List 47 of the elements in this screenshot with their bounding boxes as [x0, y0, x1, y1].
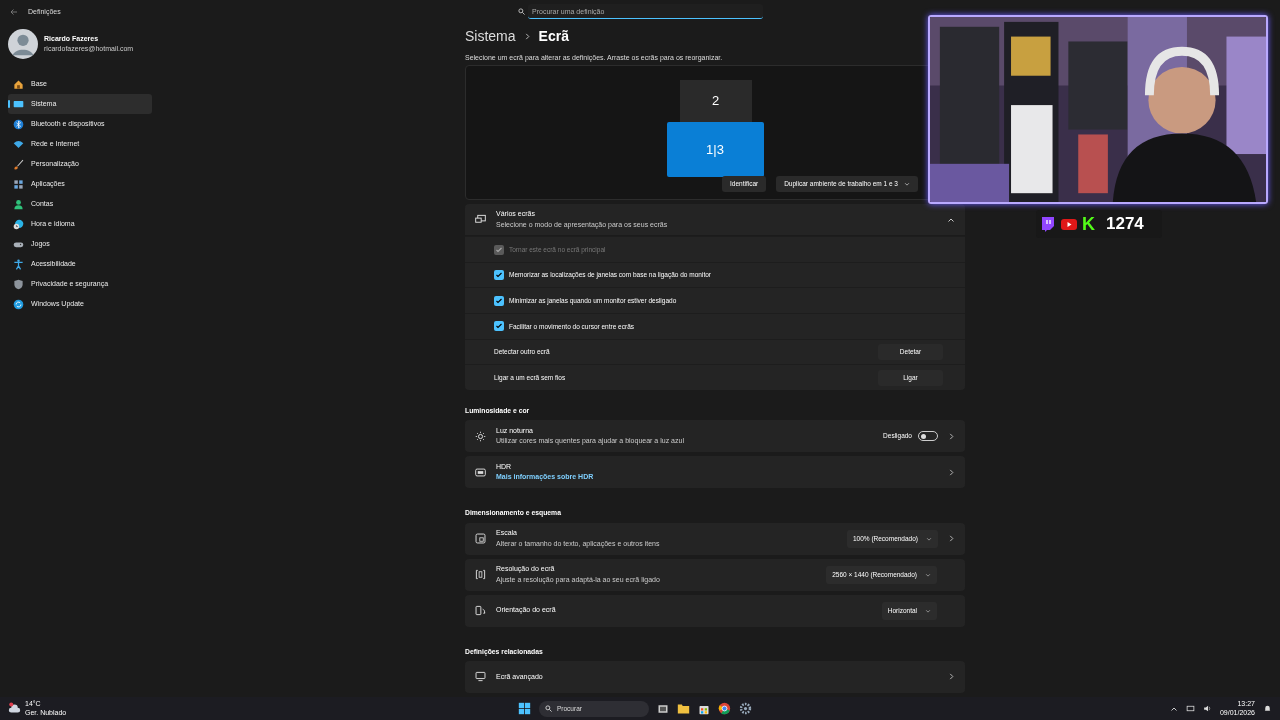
chat-bubble-icon [1040, 216, 1056, 232]
globe-clock-icon [13, 218, 24, 230]
home-icon [13, 78, 24, 90]
start-icon[interactable] [518, 702, 531, 715]
person-icon [13, 198, 24, 210]
avatar-icon [8, 29, 38, 59]
task-view-icon[interactable] [657, 702, 669, 715]
shield-icon [13, 278, 24, 290]
brush-icon [13, 158, 24, 170]
chevron-right-icon [523, 33, 531, 40]
update-icon [13, 298, 24, 310]
accessibility-icon [13, 258, 24, 270]
bluetooth-icon [13, 118, 24, 130]
checkbox[interactable] [494, 270, 504, 281]
scale-icon [475, 533, 486, 545]
caret-icon [925, 607, 931, 614]
search-icon [518, 8, 525, 15]
wifi-icon [13, 138, 24, 150]
volume-icon[interactable] [1202, 704, 1212, 713]
viewer-count: 1274 [1106, 213, 1144, 236]
network-icon[interactable] [1185, 704, 1195, 713]
displays-icon [475, 214, 486, 226]
checkbox[interactable] [494, 295, 504, 306]
logo-letter: K [1082, 215, 1095, 233]
monitor-icon [13, 98, 24, 110]
caret-icon [904, 181, 910, 188]
caret-icon [926, 535, 932, 542]
checkbox[interactable] [494, 321, 504, 332]
back-icon[interactable] [10, 8, 18, 16]
monitor-tile[interactable]: 1|3 [666, 122, 764, 178]
caret-icon [925, 571, 931, 578]
play-icon [1061, 216, 1077, 232]
page-title: Ecrã [538, 27, 569, 46]
hdr-icon [475, 466, 486, 478]
weather-icon[interactable] [8, 702, 21, 715]
search-icon [545, 705, 552, 712]
breadcrumb-link[interactable]: Sistema [465, 26, 516, 47]
browser-icon[interactable] [718, 702, 731, 715]
monitor-icon [475, 671, 486, 683]
gear-icon[interactable] [739, 702, 752, 715]
folder-icon[interactable] [677, 702, 690, 715]
monitor-tile[interactable]: 2 [679, 80, 752, 123]
resolution-icon [475, 569, 486, 581]
orientation-icon [475, 605, 486, 617]
sun-icon [475, 430, 486, 442]
bell-icon[interactable] [1263, 704, 1272, 713]
apps-icon [13, 178, 24, 190]
